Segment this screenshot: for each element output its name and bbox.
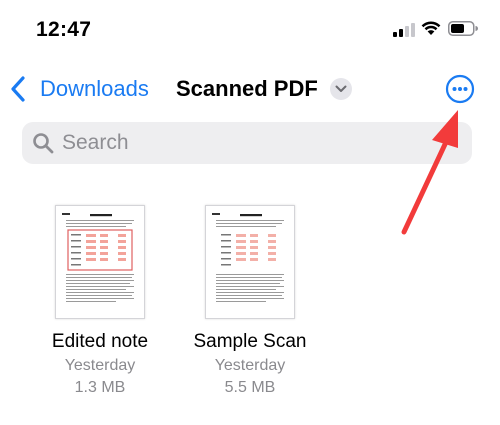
battery-icon: [448, 21, 478, 36]
back-button[interactable]: Downloads: [10, 74, 149, 104]
search-placeholder: Search: [62, 131, 129, 154]
file-date: Yesterday: [64, 357, 136, 374]
file-thumbnail: [205, 205, 295, 319]
chevron-left-icon: [11, 76, 25, 102]
file-thumbnail: [55, 205, 145, 319]
file-item-edited-note[interactable]: Edited note Yesterday 1.3 MB: [20, 205, 180, 397]
back-button-label: Downloads: [40, 76, 149, 101]
search-input[interactable]: Search: [22, 122, 472, 164]
page-title: Scanned PDF: [176, 76, 318, 101]
file-size: 1.3 MB: [74, 379, 126, 396]
file-date: Yesterday: [214, 357, 286, 374]
file-name: Edited note: [51, 331, 149, 352]
document-thumbnail-icon: [62, 213, 134, 302]
wifi-icon: [421, 21, 441, 35]
title-menu[interactable]: Scanned PDF: [176, 74, 352, 104]
more-options-button[interactable]: [445, 74, 475, 104]
search-icon: [33, 133, 54, 154]
cellular-signal-icon: [393, 23, 415, 37]
file-name: Sample Scan: [193, 331, 307, 352]
document-thumbnail-icon: [212, 213, 284, 302]
chevron-down-icon: [329, 78, 352, 100]
status-bar: 12:47: [0, 0, 500, 60]
status-time: 12:47: [36, 18, 92, 41]
file-size: 5.5 MB: [224, 379, 276, 396]
navigation-bar: Downloads Scanned PDF: [0, 64, 500, 114]
file-item-sample-scan[interactable]: Sample Scan Yesterday 5.5 MB: [170, 205, 330, 397]
